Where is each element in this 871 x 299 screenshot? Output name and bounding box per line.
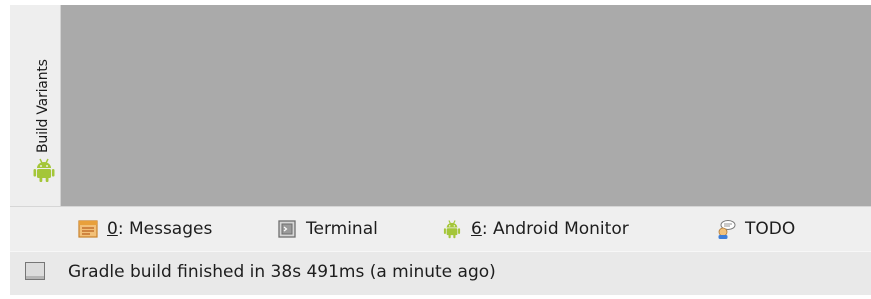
terminal-tab[interactable]: Terminal (277, 218, 378, 240)
android-icon (33, 158, 55, 182)
android-monitor-tab[interactable]: 6: Android Monitor (442, 218, 629, 240)
ide-window: Build Variants 0: Messages Terminal 6:… (10, 5, 871, 295)
messages-tab[interactable]: 0: Messages (78, 218, 212, 240)
build-variants-label: Build Variants (35, 59, 51, 153)
android-icon (443, 220, 461, 239)
status-message: Gradle build finished in 38s 491ms (a mi… (68, 262, 496, 282)
left-tool-strip: Build Variants (10, 5, 61, 206)
todo-tab[interactable]: TODO (716, 218, 795, 240)
messages-tab-label: : Messages (117, 219, 213, 239)
messages-tab-number: 0 (107, 219, 118, 239)
todo-tab-label: TODO (745, 219, 796, 239)
build-variants-tab[interactable]: Build Variants (18, 5, 55, 200)
tool-window-toggle-icon[interactable] (25, 262, 45, 280)
status-bar: Gradle build finished in 38s 491ms (a mi… (10, 251, 871, 295)
messages-icon (78, 220, 98, 238)
todo-icon (718, 220, 736, 239)
terminal-tab-label: Terminal (306, 219, 378, 239)
android-monitor-tab-label: : Android Monitor (481, 219, 629, 239)
editor-content-area (61, 5, 871, 206)
tool-window-bar: 0: Messages Terminal 6: Android Monitor… (10, 206, 871, 253)
android-monitor-tab-number: 6 (471, 219, 482, 239)
terminal-icon (278, 220, 296, 238)
